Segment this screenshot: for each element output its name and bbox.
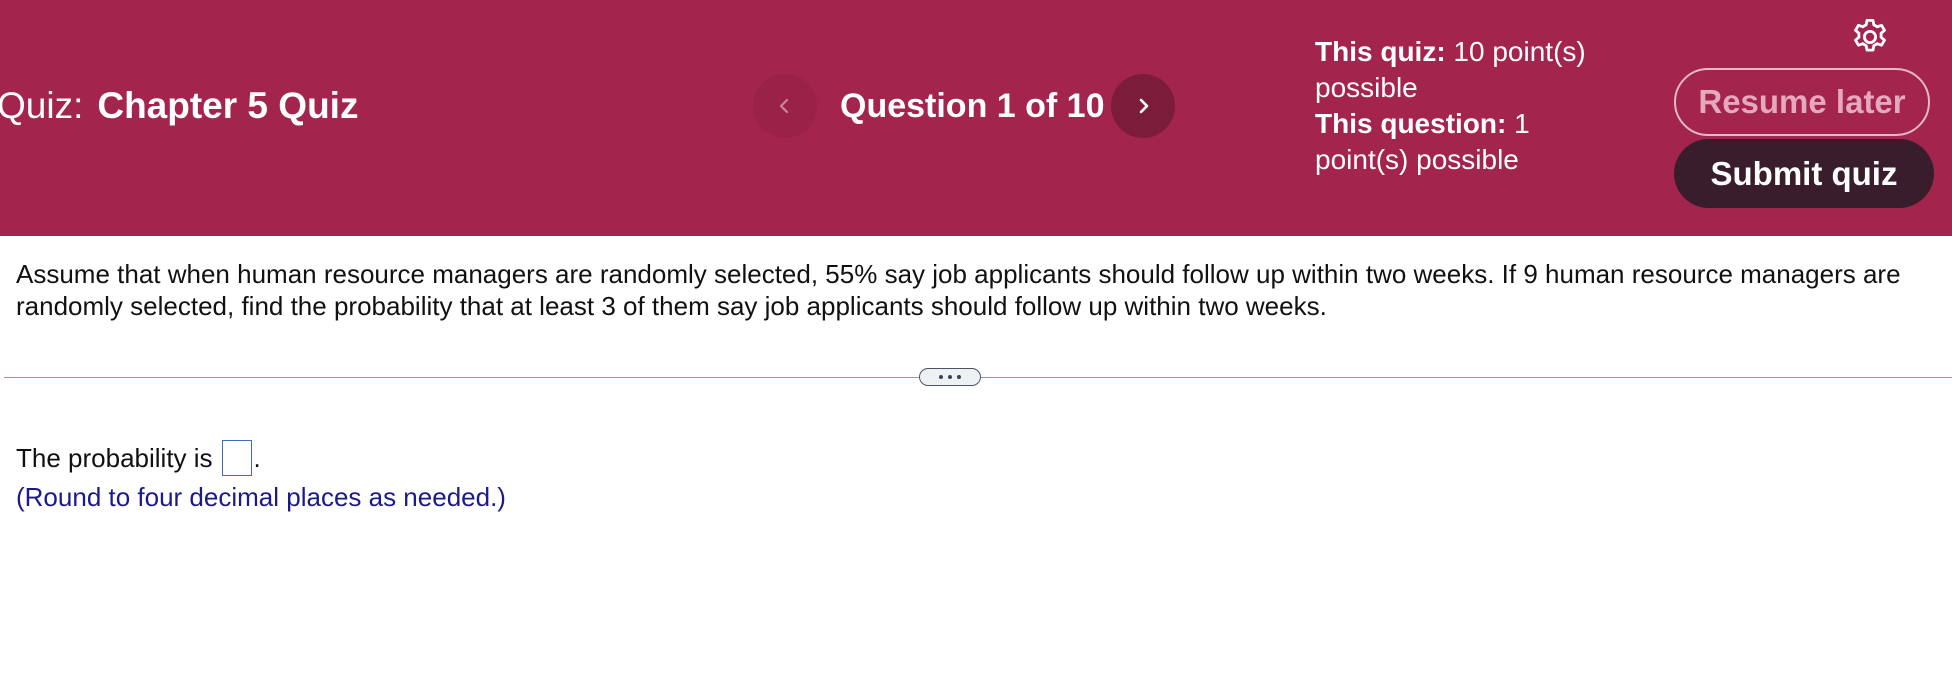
ellipsis-dot [948,375,952,379]
ellipsis-dot [939,375,943,379]
quiz-title-prefix: Quiz: [0,85,84,126]
gear-icon[interactable] [1849,16,1891,58]
submit-quiz-button[interactable]: Submit quiz [1674,139,1934,208]
question-points-label: This question: [1315,108,1507,139]
previous-question-button[interactable] [753,74,817,138]
chevron-right-icon [1139,98,1149,114]
answer-suffix: . [253,443,261,473]
rounding-hint: (Round to four decimal places as needed.… [16,482,506,512]
question-counter: Question 1 of 10 [840,87,1105,125]
answer-prefix: The probability is [16,443,213,473]
answer-input[interactable] [221,440,252,476]
quiz-title: Quiz: Chapter 5 Quiz [0,84,358,128]
points-info: This quiz: 10 point(s) possible This que… [1315,34,1615,178]
expand-handle[interactable] [919,368,981,386]
quiz-name: Chapter 5 Quiz [97,85,359,126]
question-text: Assume that when human resource managers… [16,259,1901,321]
quiz-header: Quiz: Chapter 5 Quiz Question 1 of 10 Thi… [0,0,1952,236]
ellipsis-dot [957,375,961,379]
quiz-points-label: This quiz: [1315,36,1446,67]
resume-later-button[interactable]: Resume later [1674,68,1930,136]
next-question-button[interactable] [1111,74,1175,138]
answer-line: The probability is . [16,440,261,476]
chevron-left-icon [779,98,789,114]
